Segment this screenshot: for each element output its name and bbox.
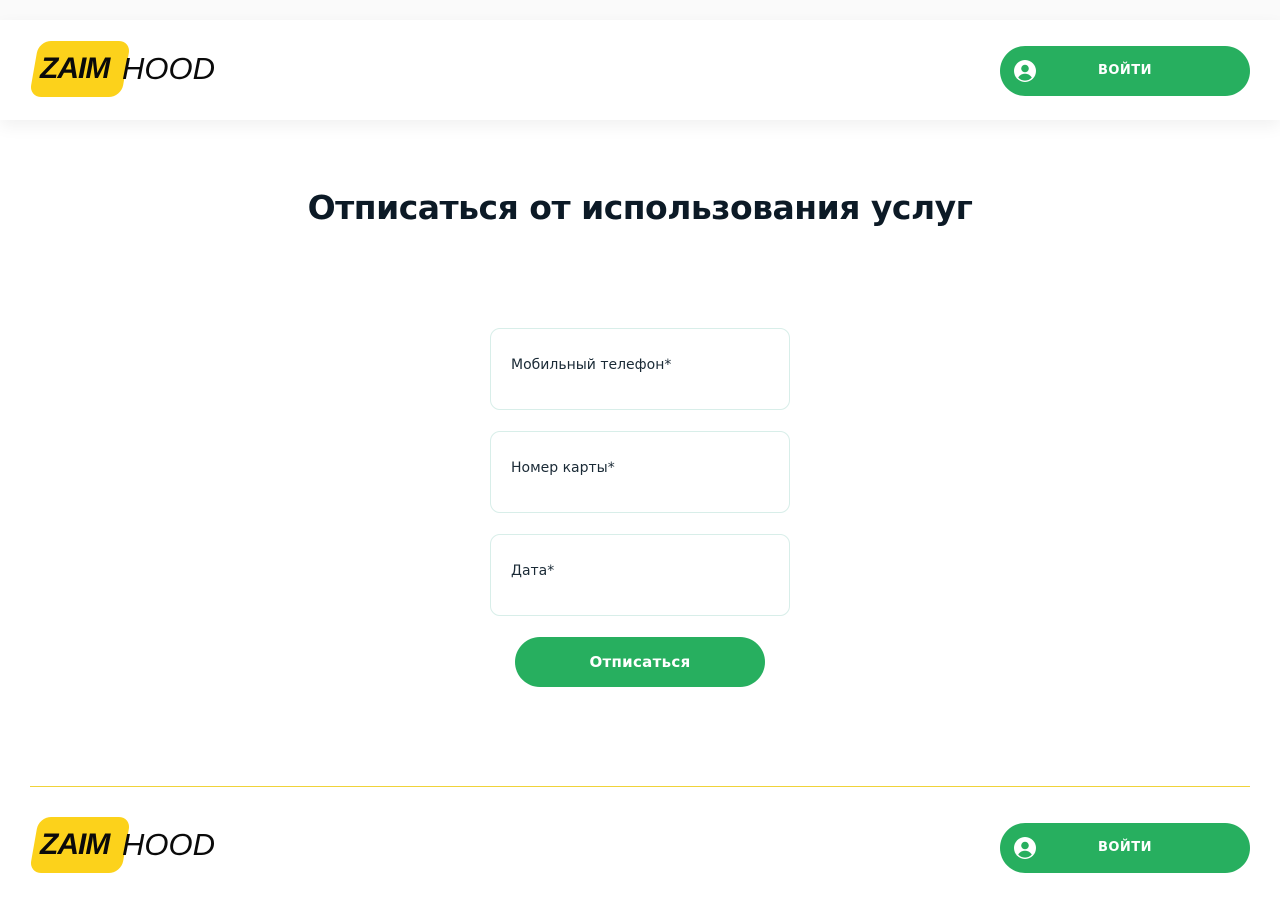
footer-logo[interactable]: ZAIM HOOD bbox=[29, 817, 215, 873]
header-login-button[interactable]: ВОЙТИ bbox=[1000, 46, 1250, 96]
footer-login-button[interactable]: ВОЙТИ bbox=[1000, 823, 1250, 873]
card-number-field-label: Номер карты* bbox=[511, 460, 615, 476]
page-title: Отписаться от использования услуг bbox=[307, 188, 973, 227]
footer-login-label: ВОЙТИ bbox=[1097, 840, 1153, 855]
top-strip bbox=[0, 0, 1280, 20]
phone-field[interactable]: Мобильный телефон* bbox=[490, 328, 790, 410]
logo-hood-text: HOOD bbox=[122, 51, 215, 86]
date-field[interactable]: Дата* bbox=[490, 534, 790, 616]
logo-hood-text: HOOD bbox=[122, 827, 215, 862]
card-number-input[interactable] bbox=[511, 480, 771, 504]
card-number-field[interactable]: Номер карты* bbox=[490, 431, 790, 513]
unsubscribe-button[interactable]: Отписаться bbox=[515, 637, 765, 687]
logo-zaim-text: ZAIM bbox=[40, 52, 110, 85]
site-header: ZAIM HOOD ВОЙТИ bbox=[0, 20, 1280, 120]
phone-field-label: Мобильный телефон* bbox=[511, 357, 672, 373]
date-input[interactable] bbox=[511, 583, 771, 607]
footer-divider bbox=[30, 786, 1250, 787]
header-login-label: ВОЙТИ bbox=[1097, 63, 1153, 78]
date-field-label: Дата* bbox=[511, 563, 555, 579]
phone-input[interactable] bbox=[511, 377, 771, 401]
logo-zaim-text: ZAIM bbox=[40, 828, 110, 861]
header-logo[interactable]: ZAIM HOOD bbox=[29, 41, 215, 97]
